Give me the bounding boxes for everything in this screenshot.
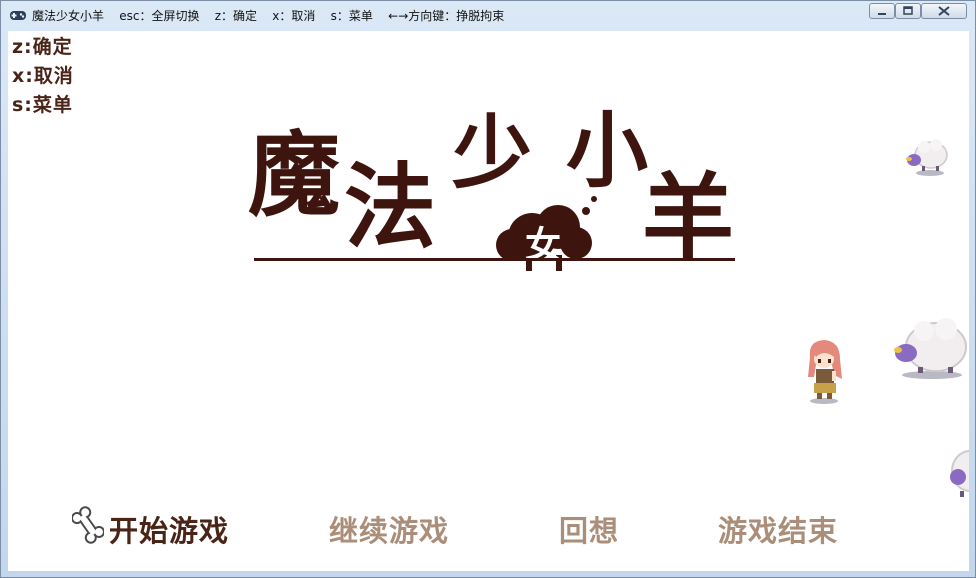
menu-recollection[interactable]: 回想 <box>559 508 619 550</box>
logo-char-5: 小 <box>566 104 648 199</box>
title-bar[interactable]: 魔法少女小羊 esc：全屏切换 z：确定 x：取消 s：菜单 ←→方向键：挣脱拘… <box>1 1 975 31</box>
sheep-sprite <box>906 139 948 176</box>
minimize-button[interactable] <box>869 3 895 19</box>
bone-icon <box>72 506 104 544</box>
sheep-sprite <box>894 318 967 379</box>
close-button[interactable] <box>921 3 967 19</box>
close-icon <box>938 6 950 16</box>
maximize-icon <box>903 6 913 15</box>
hint-menu: s:菜单 <box>12 94 73 116</box>
hint-confirm: z:确定 <box>12 36 73 58</box>
game-screen[interactable]: z:确定 x:取消 s:菜单 魔 法 少 女 小 羊 开始游戏 继续游戏 回想 … <box>8 31 969 571</box>
menu-end-game[interactable]: 游戏结束 <box>718 508 838 550</box>
logo-char-2: 法 <box>344 154 436 261</box>
menu-continue-game[interactable]: 继续游戏 <box>329 508 449 550</box>
window-title: 魔法少女小羊 esc：全屏切换 z：确定 x：取消 s：菜单 ←→方向键：挣脱拘… <box>32 9 505 23</box>
game-logo: 魔 法 少 女 小 羊 <box>240 99 740 299</box>
girl-sprite <box>808 340 842 404</box>
key-hints: z:确定 x:取消 s:菜单 <box>12 33 74 120</box>
maximize-button[interactable] <box>895 3 921 19</box>
logo-char-1: 魔 <box>248 122 340 229</box>
logo-underline <box>254 258 735 261</box>
logo-char-6: 羊 <box>642 164 734 271</box>
hint-cancel: x:取消 <box>12 65 74 87</box>
sheep-sprite <box>950 450 969 497</box>
gamepad-icon <box>10 11 26 20</box>
logo-char-3: 少 <box>452 107 532 200</box>
menu-start-game[interactable]: 开始游戏 <box>109 508 229 550</box>
minimize-icon <box>878 13 886 15</box>
game-window: 魔法少女小羊 esc：全屏切换 z：确定 x：取消 s：菜单 ←→方向键：挣脱拘… <box>0 0 976 578</box>
